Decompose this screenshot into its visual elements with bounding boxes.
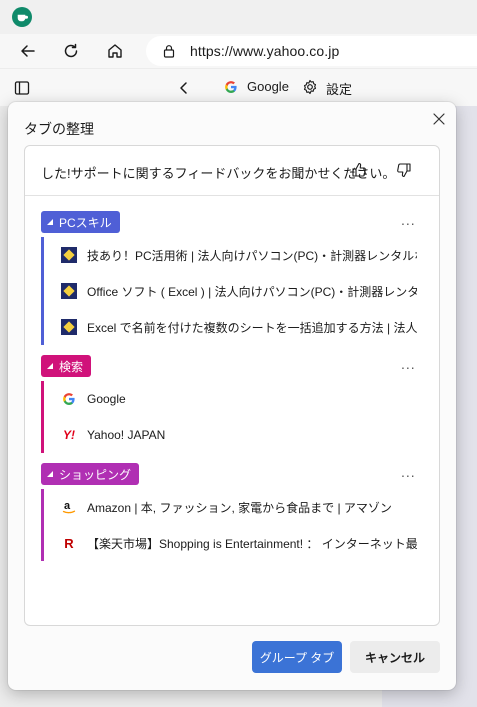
cancel-button[interactable]: キャンセル: [350, 641, 440, 673]
group-tabs-button[interactable]: グループ タブ: [252, 641, 342, 673]
tab-title: 技あり！PC活用術 | 法人向けパソコン(PC)・計測器レンタルなら横河レ: [87, 248, 417, 263]
back-icon[interactable]: [15, 38, 41, 64]
tab-row[interactable]: Y! Yahoo! JAPAN: [61, 417, 421, 453]
yahoo-icon: Y!: [63, 428, 75, 442]
pc-skill-favicon: [61, 247, 77, 263]
browser-toolbar: https://www.yahoo.co.jp: [0, 34, 477, 68]
tab-row[interactable]: R 【楽天市場】Shopping is Entertainment! ： インタ…: [61, 525, 421, 561]
organize-tabs-dialog: タブの整理 した!サポートに関するフィードバックをお聞かせください。 PCスキル…: [8, 102, 456, 690]
google-icon: [225, 81, 237, 93]
group-name: ショッピング: [59, 467, 132, 482]
group-name: 検索: [59, 359, 84, 374]
group-indicator-bar: [41, 489, 44, 561]
group-chip-search[interactable]: 検索: [41, 355, 92, 377]
group-chip-shopping[interactable]: ショッピング: [41, 463, 140, 485]
gear-icon[interactable]: [302, 79, 318, 95]
svg-text:a: a: [64, 500, 71, 512]
tab-row[interactable]: a Amazon | 本, ファッション, 家電から食品まで | アマゾン: [61, 489, 421, 525]
settings-label[interactable]: 設定: [326, 79, 352, 98]
group-indicator-bar: [41, 381, 44, 453]
title-bar: [0, 0, 477, 34]
more-options-icon[interactable]: ...: [401, 213, 416, 227]
feedback-bar: した!サポートに関するフィードバックをお聞かせください。: [25, 146, 439, 196]
tab-row[interactable]: 技あり！PC活用術 | 法人向けパソコン(PC)・計測器レンタルなら横河レ: [61, 237, 421, 273]
tab-row[interactable]: Office ソフト ( Excel ) | 法人向けパソコン(PC)・計測器レ…: [61, 273, 421, 309]
group-name: PCスキル: [59, 215, 112, 230]
pc-skill-favicon: [61, 283, 77, 299]
address-url[interactable]: https://www.yahoo.co.jp: [190, 43, 339, 59]
feedback-text: した!サポートに関するフィードバックをお聞かせください。: [41, 166, 396, 181]
pc-skill-favicon: [61, 319, 77, 335]
group-chip-pc-skill[interactable]: PCスキル: [41, 211, 120, 233]
more-options-icon[interactable]: ...: [401, 465, 416, 479]
collapse-triangle-icon: [47, 219, 53, 225]
address-bar[interactable]: https://www.yahoo.co.jp: [146, 36, 477, 66]
dialog-title: タブの整理: [24, 121, 94, 137]
amazon-icon: a: [61, 499, 77, 515]
tab-title: Amazon | 本, ファッション, 家電から食品まで | アマゾン: [87, 500, 392, 515]
collapse-triangle-icon: [47, 471, 53, 477]
group-indicator-bar: [41, 237, 44, 345]
tab-title: Yahoo! JAPAN: [87, 428, 166, 442]
thumbs-down-icon[interactable]: [395, 161, 413, 179]
tab-row[interactable]: Google: [61, 381, 421, 417]
tab-row[interactable]: Excel で名前を付けた複数のシートを一括追加する方法 | 法人向けパソ: [61, 309, 421, 345]
browser-app-icon: [12, 7, 32, 27]
sidebar-toggle-icon[interactable]: [14, 80, 30, 96]
tab-google-label[interactable]: Google: [247, 79, 289, 94]
tab-groups-panel: した!サポートに関するフィードバックをお聞かせください。 PCスキル ... 技…: [24, 145, 440, 626]
home-icon[interactable]: [102, 38, 128, 64]
tab-title: Google: [87, 392, 126, 406]
google-icon: [61, 391, 77, 407]
page-toolbar: Google 設定: [0, 68, 477, 106]
refresh-icon[interactable]: [58, 38, 84, 64]
tab-title: 【楽天市場】Shopping is Entertainment! ： インターネ…: [87, 536, 417, 551]
collapse-triangle-icon: [47, 363, 53, 369]
thumbs-up-icon[interactable]: [350, 161, 368, 179]
close-icon[interactable]: [430, 110, 448, 128]
tab-title: Office ソフト ( Excel ) | 法人向けパソコン(PC)・計測器レ…: [87, 284, 417, 299]
more-options-icon[interactable]: ...: [401, 357, 416, 371]
rakuten-icon: R: [64, 535, 74, 551]
chevron-left-icon[interactable]: [176, 80, 192, 96]
lock-icon: [163, 45, 175, 58]
tab-title: Excel で名前を付けた複数のシートを一括追加する方法 | 法人向けパソ: [87, 320, 417, 335]
